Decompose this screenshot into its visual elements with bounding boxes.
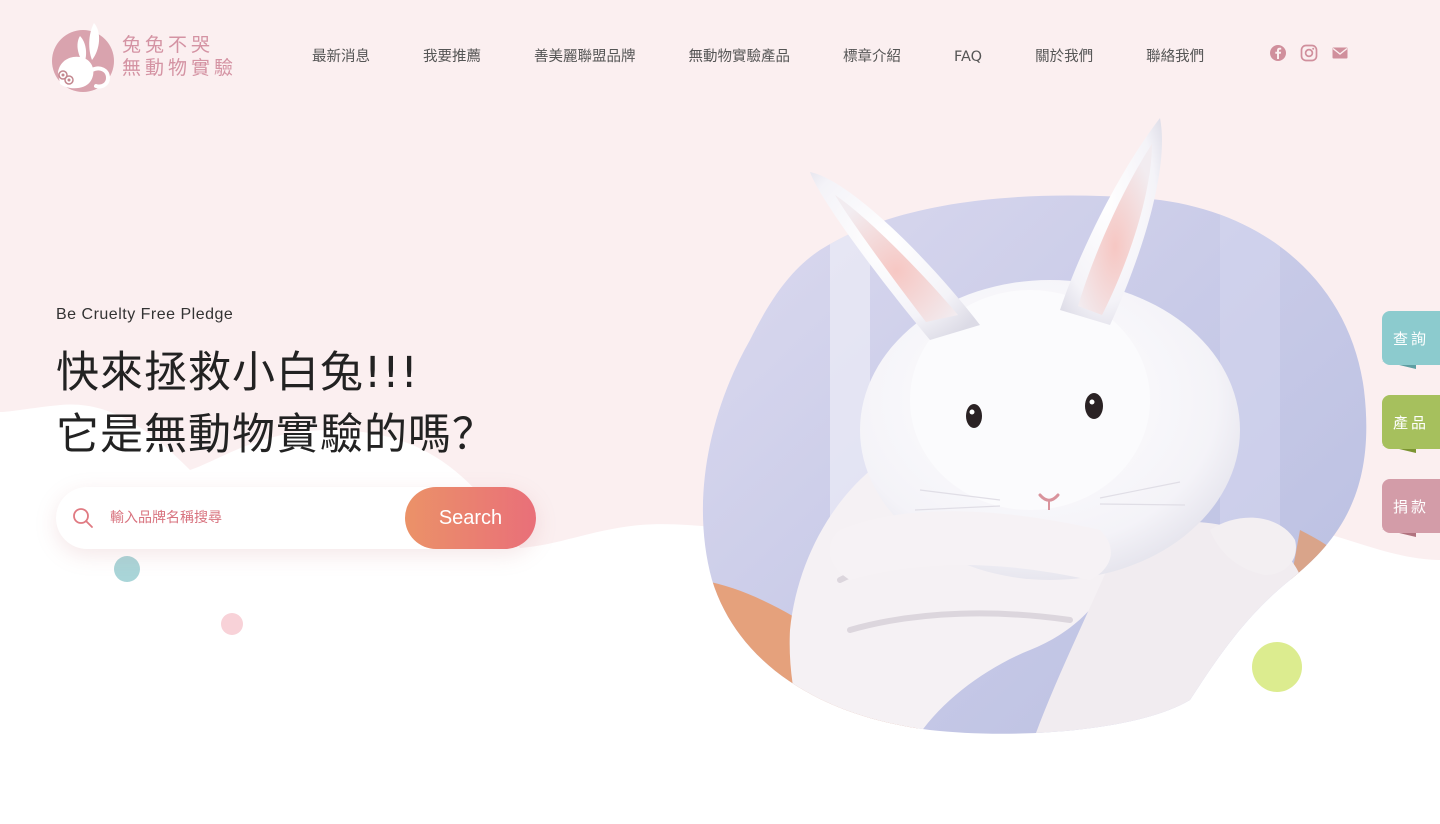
search-input[interactable] [110, 503, 390, 533]
nav-item-contact[interactable]: 聯絡我們 [1146, 47, 1204, 67]
nav-item-about[interactable]: 關於我們 [1035, 47, 1093, 67]
search-icon [73, 508, 93, 528]
nav-item-recommend[interactable]: 我要推薦 [423, 47, 481, 67]
side-tab-product-label: 產品 [1392, 413, 1429, 432]
social-links [1269, 44, 1349, 62]
logo-line-2: 無動物實驗 [122, 57, 238, 79]
side-tab-query-label: 查詢 [1392, 329, 1429, 348]
nav-item-faq[interactable]: FAQ [954, 47, 982, 67]
tab-body: 查詢 [1382, 311, 1440, 365]
tab-body: 產品 [1382, 395, 1440, 449]
side-tab-query[interactable]: 查詢 [1380, 311, 1440, 377]
nav-item-cruelty-free-products[interactable]: 無動物實驗產品 [689, 47, 791, 67]
hero-subtitle: Be Cruelty Free Pledge [56, 306, 234, 323]
hero-title-line-2: 它是無動物實驗的嗎？ [56, 410, 496, 460]
facebook-icon[interactable] [1269, 44, 1287, 62]
site-header: 兔兔不哭 無動物實驗 最新消息 我要推薦 善美麗聯盟品牌 無動物實驗產品 標章介… [0, 0, 1440, 110]
rabbit-logo-icon [52, 23, 114, 92]
nav-item-alliance-brands[interactable]: 善美麗聯盟品牌 [534, 47, 636, 67]
side-tab-donate-label: 捐款 [1392, 497, 1429, 516]
site-logo[interactable]: 兔兔不哭 無動物實驗 [50, 20, 237, 94]
tab-body: 捐款 [1382, 479, 1440, 533]
hero-title-line-1: 快來拯救小白兔!!! [56, 348, 419, 398]
nav-item-news[interactable]: 最新消息 [312, 47, 370, 67]
decorative-dot-teal [114, 556, 140, 582]
decorative-dot-pink [221, 613, 243, 635]
instagram-icon[interactable] [1300, 44, 1318, 62]
logo-line-1: 兔兔不哭 [122, 34, 215, 56]
decorative-dot-green [1252, 642, 1302, 692]
side-tab-donate[interactable]: 捐款 [1380, 479, 1440, 545]
mail-icon[interactable] [1331, 44, 1349, 62]
hero-title: 快來拯救小白兔!!! 它是無動物實驗的嗎？ [56, 342, 496, 466]
main-nav: 最新消息 我要推薦 善美麗聯盟品牌 無動物實驗產品 標章介紹 FAQ 關於我們 … [312, 47, 1204, 67]
page: 兔兔不哭 無動物實驗 最新消息 我要推薦 善美麗聯盟品牌 無動物實驗產品 標章介… [0, 0, 1440, 824]
search-button[interactable]: Search [405, 487, 536, 549]
side-tab-product[interactable]: 產品 [1380, 395, 1440, 461]
nav-item-labels[interactable]: 標章介紹 [843, 47, 901, 67]
